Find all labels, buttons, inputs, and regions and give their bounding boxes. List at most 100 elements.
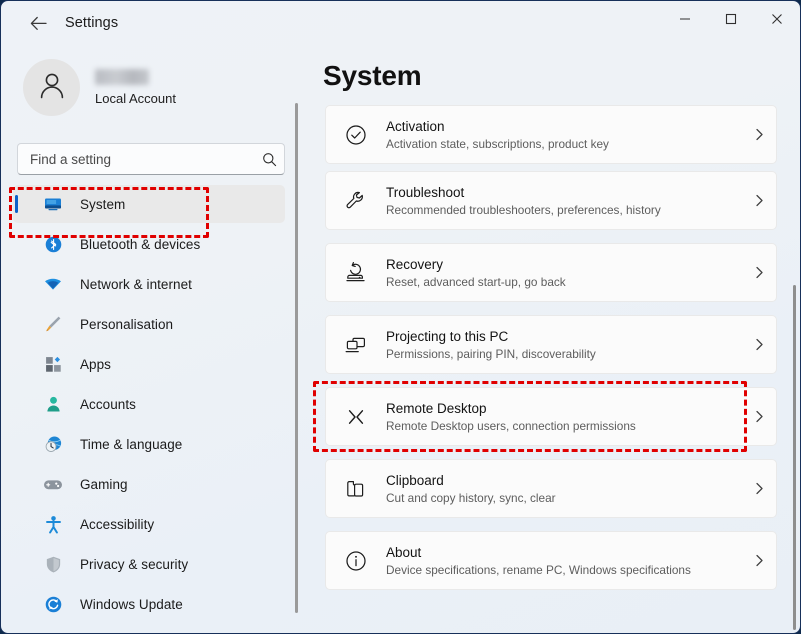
selection-indicator: [15, 195, 18, 213]
sidebar-item-label: Personalisation: [80, 317, 173, 332]
paintbrush-icon: [42, 313, 64, 335]
card-troubleshoot[interactable]: Troubleshoot Recommended troubleshooters…: [325, 171, 777, 230]
minimize-icon: [679, 13, 691, 25]
card-text: Projecting to this PC Permissions, pairi…: [386, 328, 742, 362]
chevron-right-icon: [742, 410, 776, 423]
sidebar-nav: System Bluetooth & devices: [1, 185, 301, 634]
sidebar-item-label: Apps: [80, 357, 111, 372]
wrench-icon: [343, 188, 369, 214]
card-subtitle: Device specifications, rename PC, Window…: [386, 562, 742, 578]
close-icon: [771, 13, 783, 25]
sidebar-item-label: Bluetooth & devices: [80, 237, 200, 252]
update-refresh-icon: [42, 593, 64, 615]
card-about[interactable]: About Device specifications, rename PC, …: [325, 531, 777, 590]
projecting-screens-icon: [343, 332, 369, 358]
account-name-redacted: [95, 69, 149, 85]
sidebar-item-gaming[interactable]: Gaming: [13, 465, 285, 503]
card-subtitle: Recommended troubleshooters, preferences…: [386, 202, 742, 218]
sidebar-item-label: Network & internet: [80, 277, 192, 292]
check-circle-icon: [343, 122, 369, 148]
back-arrow-icon: [30, 16, 47, 31]
sidebar-item-apps[interactable]: Apps: [13, 345, 285, 383]
sidebar-item-bluetooth-devices[interactable]: Bluetooth & devices: [13, 225, 285, 263]
card-text: Remote Desktop Remote Desktop users, con…: [386, 400, 742, 434]
chevron-right-icon: [742, 338, 776, 351]
clock-globe-icon: [42, 433, 64, 455]
accessibility-person-icon: [42, 513, 64, 535]
card-projecting-to-this-pc[interactable]: Projecting to this PC Permissions, pairi…: [325, 315, 777, 374]
avatar: [23, 59, 80, 116]
card-title: Projecting to this PC: [386, 328, 742, 345]
card-text: Activation Activation state, subscriptio…: [386, 118, 742, 152]
chevron-right-icon: [742, 482, 776, 495]
bluetooth-icon: [42, 233, 64, 255]
shield-icon: [42, 553, 64, 575]
system-monitor-icon: [42, 193, 64, 215]
chevron-right-icon: [742, 194, 776, 207]
sidebar-scrollbar[interactable]: [295, 103, 298, 613]
person-icon: [42, 393, 64, 415]
card-recovery[interactable]: Recovery Reset, advanced start-up, go ba…: [325, 243, 777, 302]
card-title: About: [386, 544, 742, 561]
sidebar-item-label: Windows Update: [80, 597, 183, 612]
sidebar-item-personalisation[interactable]: Personalisation: [13, 305, 285, 343]
sidebar-item-label: Accounts: [80, 397, 136, 412]
maximize-icon: [725, 13, 737, 25]
card-text: Recovery Reset, advanced start-up, go ba…: [386, 256, 742, 290]
card-text: About Device specifications, rename PC, …: [386, 544, 742, 578]
sidebar-item-label: Privacy & security: [80, 557, 188, 572]
card-title: Recovery: [386, 256, 742, 273]
card-subtitle: Reset, advanced start-up, go back: [386, 274, 742, 290]
sidebar: Local Account: [1, 45, 301, 634]
sidebar-item-windows-update[interactable]: Windows Update: [13, 585, 285, 623]
chevron-right-icon: [742, 266, 776, 279]
gamepad-icon: [42, 473, 64, 495]
apps-grid-icon: [42, 353, 64, 375]
card-title: Troubleshoot: [386, 184, 742, 201]
sidebar-item-label: System: [80, 197, 125, 212]
maximize-button[interactable]: [708, 1, 754, 37]
sidebar-item-time-language[interactable]: Time & language: [13, 425, 285, 463]
clipboard-icon: [343, 476, 369, 502]
wifi-icon: [42, 273, 64, 295]
sidebar-item-accessibility[interactable]: Accessibility: [13, 505, 285, 543]
close-button[interactable]: [754, 1, 800, 37]
page-title: System: [323, 60, 421, 92]
user-avatar-icon: [35, 68, 69, 107]
card-text: Troubleshoot Recommended troubleshooters…: [386, 184, 742, 218]
card-title: Remote Desktop: [386, 400, 742, 417]
card-title: Activation: [386, 118, 742, 135]
card-title: Clipboard: [386, 472, 742, 489]
chevron-right-icon: [742, 128, 776, 141]
app-title: Settings: [65, 15, 118, 31]
card-remote-desktop[interactable]: Remote Desktop Remote Desktop users, con…: [325, 387, 777, 446]
sidebar-item-label: Time & language: [80, 437, 182, 452]
sidebar-item-accounts[interactable]: Accounts: [13, 385, 285, 423]
settings-window: Settings: [0, 0, 801, 634]
account-type-label: Local Account: [95, 91, 176, 106]
minimize-button[interactable]: [662, 1, 708, 37]
sidebar-item-system[interactable]: System: [13, 185, 285, 223]
card-activation[interactable]: Activation Activation state, subscriptio…: [325, 105, 777, 164]
card-subtitle: Activation state, subscriptions, product…: [386, 136, 742, 152]
card-subtitle: Cut and copy history, sync, clear: [386, 490, 742, 506]
search-box[interactable]: [17, 143, 285, 175]
recovery-icon: [343, 260, 369, 286]
window-controls: [662, 1, 800, 37]
title-bar: Settings: [1, 1, 800, 45]
info-circle-icon: [343, 548, 369, 574]
remote-desktop-arrows-icon: [343, 404, 369, 430]
sidebar-item-network-internet[interactable]: Network & internet: [13, 265, 285, 303]
search-icon[interactable]: [254, 152, 284, 167]
sidebar-item-label: Accessibility: [80, 517, 154, 532]
main-scrollbar[interactable]: [793, 285, 796, 630]
search-input[interactable]: [18, 152, 254, 167]
sidebar-item-privacy-security[interactable]: Privacy & security: [13, 545, 285, 583]
card-subtitle: Remote Desktop users, connection permiss…: [386, 418, 742, 434]
back-button[interactable]: [23, 9, 53, 37]
card-clipboard[interactable]: Clipboard Cut and copy history, sync, cl…: [325, 459, 777, 518]
main-content: System Activation Activation state, subs…: [301, 45, 801, 634]
card-subtitle: Permissions, pairing PIN, discoverabilit…: [386, 346, 742, 362]
account-profile[interactable]: Local Account: [23, 59, 273, 121]
sidebar-item-label: Gaming: [80, 477, 128, 492]
